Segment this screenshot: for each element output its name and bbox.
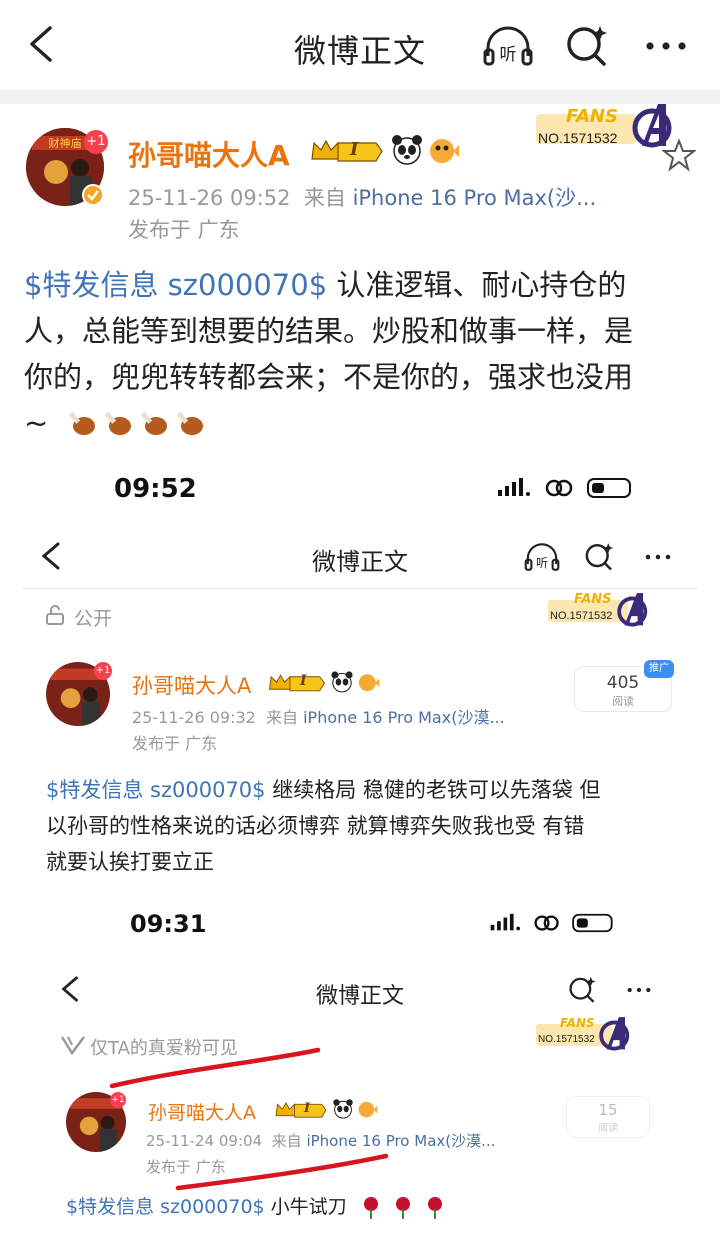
fans-badge: FANS NO.1571532 xyxy=(528,98,674,156)
post-text-line: 小牛试刀 xyxy=(264,1196,347,1218)
post-text-line: 人，总能等到想要的结果。炒股和做事一样，是 xyxy=(24,314,634,348)
fans-badge: FANS NO.1571532 xyxy=(544,588,654,632)
lock-open-icon xyxy=(46,605,64,625)
post-meta: 25-11-26 09:32 来自 iPhone 16 Pro Max(沙漠..… xyxy=(132,704,505,728)
post-username: 孙哥喵大人A xyxy=(148,1102,256,1124)
post-text-line: 继续格局 稳健的老铁可以先落袋 但 xyxy=(265,778,601,802)
fans-number: NO.1571532 xyxy=(538,130,618,146)
embedded-screenshot-2: 09:31 微博正文 仅TA的真爱粉可见 FANS NO.1571532 +1 … xyxy=(0,896,720,1240)
crown-level-icon xyxy=(275,1101,327,1118)
svg-text:财神庙: 财神庙 xyxy=(49,136,82,150)
puffer-fish-icon xyxy=(430,139,459,163)
panda-icon xyxy=(331,671,353,693)
post-timestamp: 25-11-26 09:52 xyxy=(128,186,291,210)
svg-text:听: 听 xyxy=(536,556,548,570)
embedded-screenshot-1: 09:52 微博正文 听 公开 FANS NO.1571532 +1 孙哥喵大人… xyxy=(0,460,720,890)
post-text-line: 以孙哥的性格来说的话必须博弈 就算博弈失败我也受 有错 xyxy=(46,814,585,838)
status-time: 09:52 xyxy=(114,474,197,504)
more-options-icon xyxy=(645,554,671,560)
stock-tag-link: $特发信息 sz000070$ xyxy=(46,778,266,802)
post-text-line: 认准逻辑、耐心持仓的 xyxy=(327,268,627,302)
fans-number: NO.1571532 xyxy=(550,610,613,622)
level-text: I xyxy=(350,139,359,160)
red-underline-mark-icon xyxy=(175,1153,389,1191)
post-username: 孙哥喵大人A xyxy=(132,674,252,698)
crown-level-icon xyxy=(311,139,383,162)
post-timestamp: 25-11-26 09:32 xyxy=(132,708,256,727)
svg-text:听: 听 xyxy=(500,45,517,65)
verified-badge-icon xyxy=(82,184,104,206)
level-text: I xyxy=(304,1101,311,1116)
panda-icon xyxy=(333,1099,353,1119)
red-underline-mark-icon xyxy=(109,1047,321,1089)
avatar-notification-badge: +1 xyxy=(84,130,108,154)
more-options-icon xyxy=(627,987,651,993)
crown-level-icon xyxy=(269,674,325,692)
reads-label: 阅读 xyxy=(598,1123,618,1134)
listen-headphones-icon: 听 xyxy=(524,543,560,571)
post-username[interactable]: 孙哥喵大人A xyxy=(128,134,290,174)
post-body: $特发信息 sz000070$ 小牛试刀 xyxy=(66,1192,706,1222)
puffer-fish-icon xyxy=(358,1101,378,1118)
fans-badge: FANS NO.1571532 xyxy=(532,1012,636,1056)
source-prefix: 来自 xyxy=(266,708,299,727)
stock-tag-link[interactable]: $特发信息 sz000070$ xyxy=(24,268,327,302)
fans-label: FANS xyxy=(566,106,618,127)
status-icons xyxy=(490,913,613,933)
favorite-star-icon[interactable] xyxy=(662,138,696,172)
panda-icon xyxy=(392,135,422,165)
fans-label: FANS xyxy=(560,1016,595,1030)
fans-label: FANS xyxy=(574,592,612,607)
avatar-notification-badge: +1 xyxy=(94,662,112,680)
vip-level-badge: I xyxy=(268,672,326,694)
post-text-line: 就要认挨打要立正 xyxy=(46,850,214,874)
screenshot-nav-title: 微博正文 xyxy=(315,984,404,1009)
listen-headphones-icon[interactable]: 听 xyxy=(482,22,534,70)
fans-number: NO.1571532 xyxy=(538,1034,595,1045)
reads-count: 15 xyxy=(598,1101,618,1119)
post-location: 发布于 广东 xyxy=(132,734,218,753)
reads-label: 阅读 xyxy=(612,695,634,708)
stock-tag-link: $特发信息 sz000070$ xyxy=(66,1196,265,1218)
reads-counter: 15 阅读 xyxy=(566,1096,650,1138)
more-options-icon[interactable] xyxy=(640,22,692,70)
vip-level-badge: I xyxy=(274,1100,328,1120)
post-location: 发布于 广东 xyxy=(128,218,240,242)
v-fan-icon xyxy=(60,1036,85,1056)
puffer-fish-icon xyxy=(358,674,380,692)
status-time: 09:31 xyxy=(130,910,207,938)
avengers-logo-icon xyxy=(617,593,648,627)
avatar-notification-badge: +1 xyxy=(110,1092,126,1108)
post-text-line: ~ xyxy=(24,406,49,440)
avengers-logo-icon xyxy=(599,1017,630,1051)
vip-level-badge: I xyxy=(310,137,384,165)
search-sparkle-icon xyxy=(585,543,614,571)
post-body: $特发信息 sz000070$ 认准逻辑、耐心持仓的 人，总能等到想要的结果。炒… xyxy=(24,262,704,446)
visibility-label: 公开 xyxy=(74,608,113,630)
promote-tag: 推广 xyxy=(644,660,674,678)
level-text: I xyxy=(300,673,307,689)
post-text-line: 你的，兜兜转转都会来；不是你的，强求也没用 xyxy=(24,360,634,394)
post-body: $特发信息 sz000070$ 继续格局 稳健的老铁可以先落袋 但 以孙哥的性格… xyxy=(46,772,706,880)
search-sparkle-icon xyxy=(569,976,596,1003)
drumstick-emoji-icon xyxy=(68,411,203,435)
search-sparkle-icon[interactable] xyxy=(562,22,614,70)
post-meta: 25-11-26 09:52 来自 iPhone 16 Pro Max(沙... xyxy=(128,182,596,212)
top-nav-bar: 微博正文 听 xyxy=(0,0,720,90)
source-prefix: 来自 xyxy=(303,186,346,210)
status-icons xyxy=(498,478,631,498)
rose-emoji-icon xyxy=(363,1196,442,1219)
post-source: iPhone 16 Pro Max(沙漠... xyxy=(303,708,505,727)
post-source[interactable]: iPhone 16 Pro Max(沙... xyxy=(353,186,597,210)
